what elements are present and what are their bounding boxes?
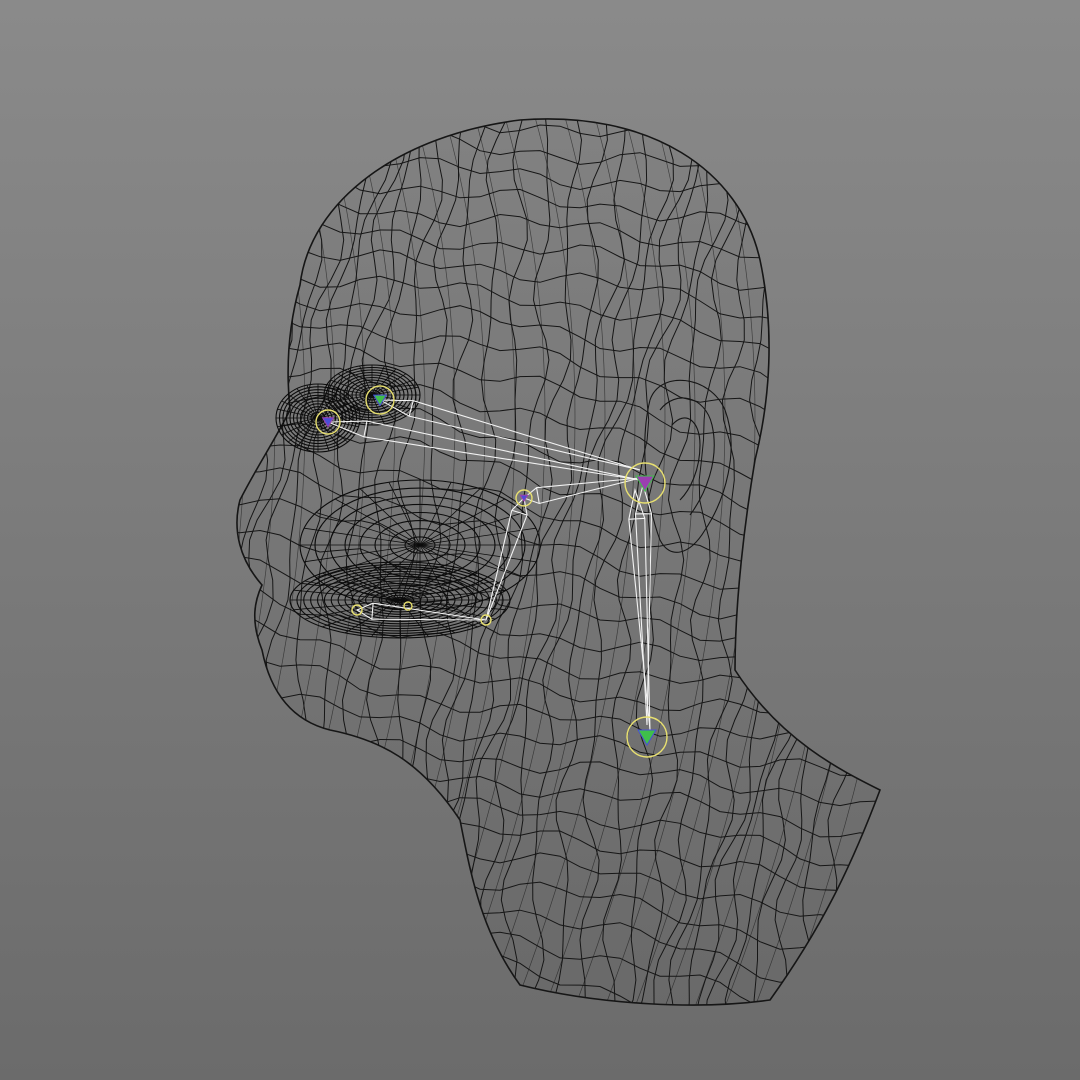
3d-viewport[interactable]	[0, 0, 1080, 1080]
wireframe-head-scene[interactable]	[0, 0, 1080, 1080]
mesh-edge-diagonal	[839, 118, 880, 1006]
mesh-edge-diagonal	[236, 118, 246, 1006]
head-mesh-silhouette	[236, 118, 882, 1006]
mesh-edge-diagonal	[869, 118, 880, 1006]
lower-eye-socket-mesh	[275, 383, 361, 453]
mouth-cavity-mesh	[289, 561, 511, 639]
